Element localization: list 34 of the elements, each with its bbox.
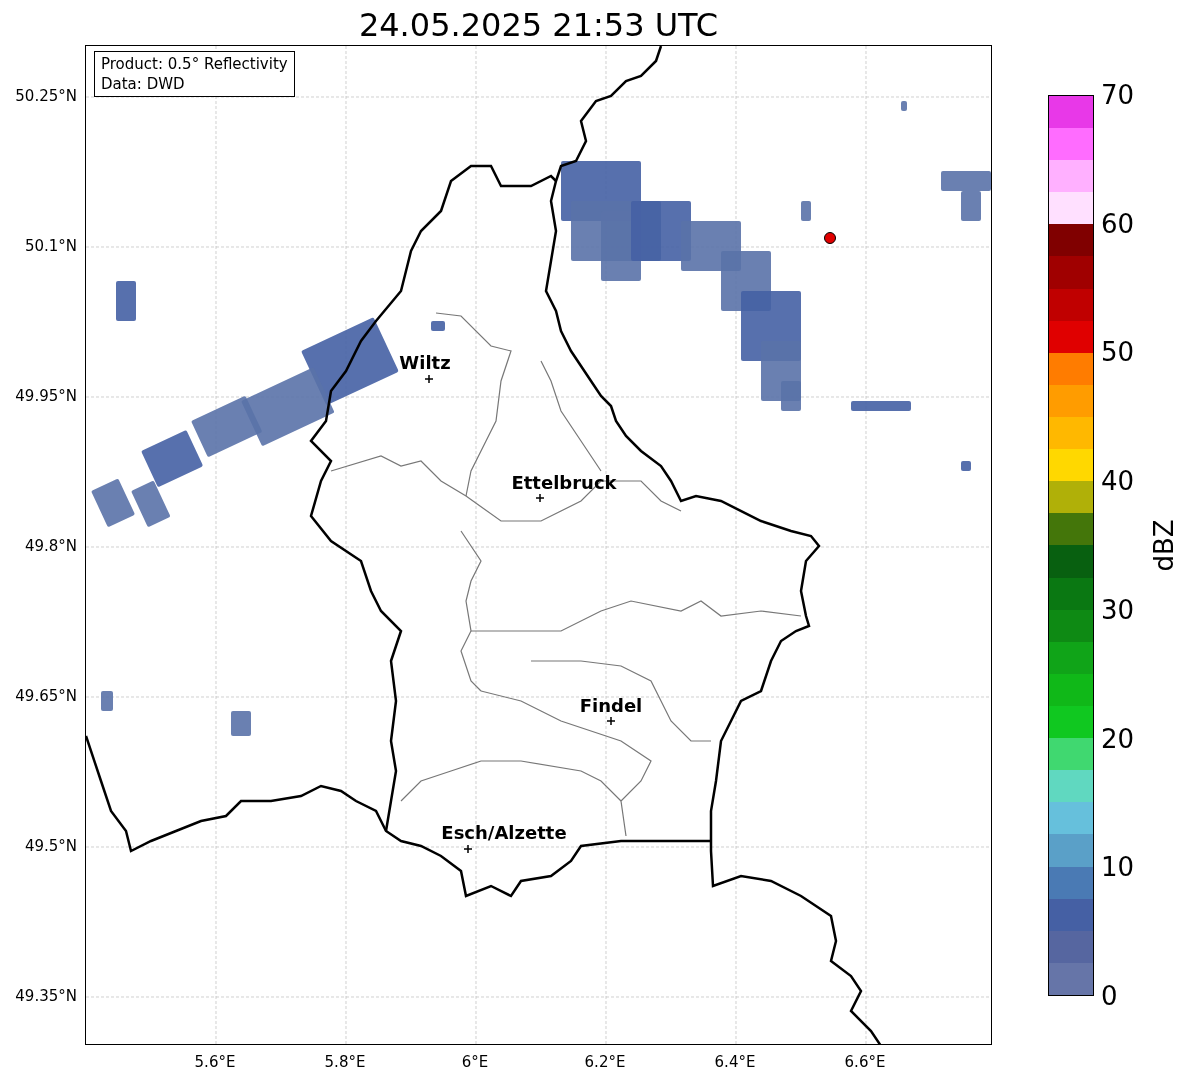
city-label: Esch/Alzette <box>441 822 567 844</box>
chart-title: 24.05.2025 21:53 UTC <box>358 5 719 45</box>
latitude-label: 49.5°N <box>24 835 77 857</box>
radar-site-icon <box>824 232 836 244</box>
city-marker-icon <box>606 716 616 726</box>
longitude-label: 5.8°E <box>324 1052 366 1073</box>
longitude-label: 6.6°E <box>844 1052 886 1073</box>
latitude-label: 50.1°N <box>24 235 77 257</box>
scale-tick-label: 10 <box>1101 852 1135 883</box>
latitude-label: 49.65°N <box>15 685 77 707</box>
scale-tick-label: 40 <box>1101 466 1135 497</box>
latitude-label: 49.35°N <box>15 985 77 1007</box>
city-marker-icon <box>424 374 434 384</box>
city-label: Ettelbruck <box>511 472 617 494</box>
info-text: Data: DWD <box>101 74 186 94</box>
latitude-label: 49.95°N <box>15 385 77 407</box>
info-text: Product: 0.5° Reflectivity <box>101 54 288 74</box>
latitude-label: 49.8°N <box>24 535 77 557</box>
longitude-label: 6°E <box>461 1052 489 1073</box>
longitude-label: 5.6°E <box>194 1052 236 1073</box>
longitude-label: 6.2°E <box>584 1052 626 1073</box>
scale-tick-label: 50 <box>1101 337 1135 368</box>
latitude-label: 50.25°N <box>15 85 77 107</box>
scale-tick-label: 60 <box>1101 208 1135 239</box>
city-marker-icon <box>535 493 545 503</box>
city-label: Wiltz <box>399 352 451 374</box>
scale-tick-label: 70 <box>1101 80 1135 110</box>
scale-tick-label: 20 <box>1101 723 1135 754</box>
scale-tick-label: 0 <box>1101 981 1118 1011</box>
scale-tick-label: 30 <box>1101 594 1135 625</box>
city-marker-icon <box>463 844 473 854</box>
city-label: Findel <box>579 695 643 717</box>
scale-axis-label: dBZ <box>1147 519 1180 572</box>
longitude-label: 6.4°E <box>714 1052 756 1073</box>
